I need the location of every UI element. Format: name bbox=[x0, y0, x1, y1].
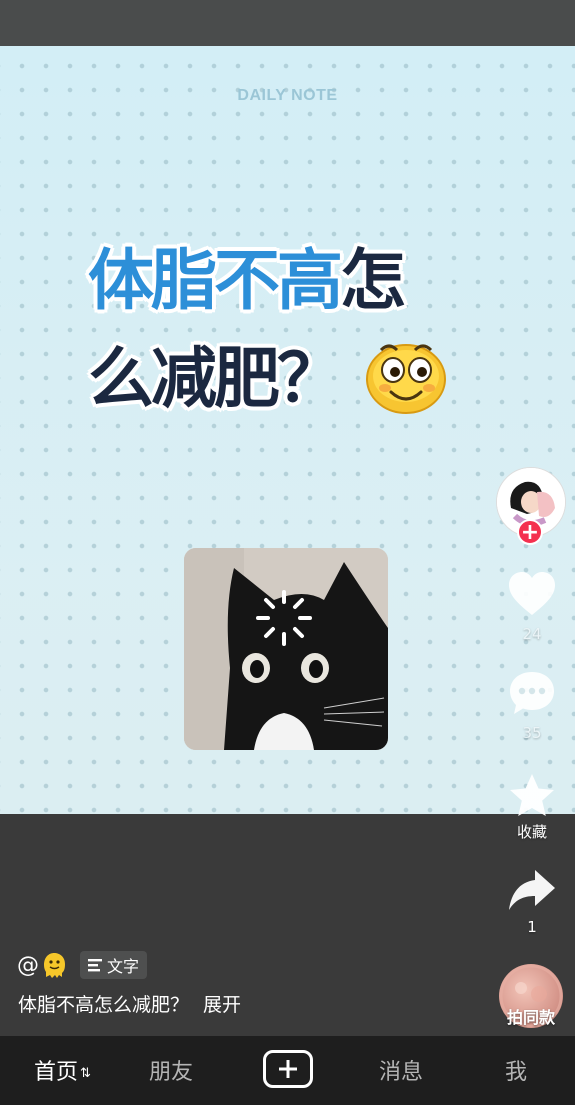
text-lines-icon bbox=[88, 959, 102, 972]
text-mode-tag[interactable]: 文字 bbox=[80, 951, 148, 979]
comment-icon[interactable] bbox=[508, 670, 556, 716]
cat-loading-illustration bbox=[184, 548, 388, 750]
melting-face-icon[interactable] bbox=[40, 951, 68, 979]
follow-plus-button[interactable]: + bbox=[517, 519, 543, 545]
nav-messages-tab[interactable]: 消息 bbox=[379, 1054, 423, 1086]
comment-count: 35 bbox=[522, 724, 542, 742]
author-line[interactable]: @ 文字 bbox=[17, 950, 148, 980]
video-caption[interactable]: 体脂不高怎么减肥？ 展开 bbox=[18, 990, 241, 1017]
cat-meme-image bbox=[184, 548, 388, 750]
headline-line-1: 体脂不高怎 bbox=[88, 248, 406, 314]
favorite-label: 收藏 bbox=[516, 823, 547, 841]
headline-line-2: 么减肥？ bbox=[88, 340, 343, 417]
headline-blue-text: 体脂不高 bbox=[88, 242, 343, 319]
heart-icon[interactable] bbox=[507, 571, 557, 617]
nav-friends-tab[interactable]: 朋友 bbox=[149, 1054, 193, 1086]
expand-link[interactable]: 展开 bbox=[203, 994, 241, 1016]
create-plus-button[interactable] bbox=[263, 1050, 313, 1088]
smiling-face-icon bbox=[366, 344, 446, 414]
headline-dark-text: 怎 bbox=[340, 242, 406, 319]
text-tag-label: 文字 bbox=[107, 957, 140, 976]
brand-text: DAILY NOTE bbox=[237, 87, 338, 104]
author-avatar-button[interactable]: + bbox=[496, 467, 566, 545]
nav-home-tab[interactable]: 首页 ⇅ bbox=[34, 1054, 91, 1086]
star-icon[interactable] bbox=[507, 772, 557, 820]
status-bar bbox=[0, 0, 575, 46]
share-icon[interactable] bbox=[507, 868, 557, 912]
caption-text: 体脂不高怎么减肥？ bbox=[18, 994, 190, 1016]
like-count: 24 bbox=[522, 625, 542, 643]
share-count: 1 bbox=[527, 918, 537, 936]
nav-me-tab[interactable]: 我 bbox=[505, 1054, 527, 1086]
at-sign: @ bbox=[17, 952, 39, 978]
nav-home-label: 首页 bbox=[34, 1060, 79, 1085]
same-style-label[interactable]: 拍同款 bbox=[490, 1004, 572, 1028]
swap-arrows-icon: ⇅ bbox=[80, 1065, 91, 1081]
plus-icon bbox=[279, 1060, 297, 1078]
